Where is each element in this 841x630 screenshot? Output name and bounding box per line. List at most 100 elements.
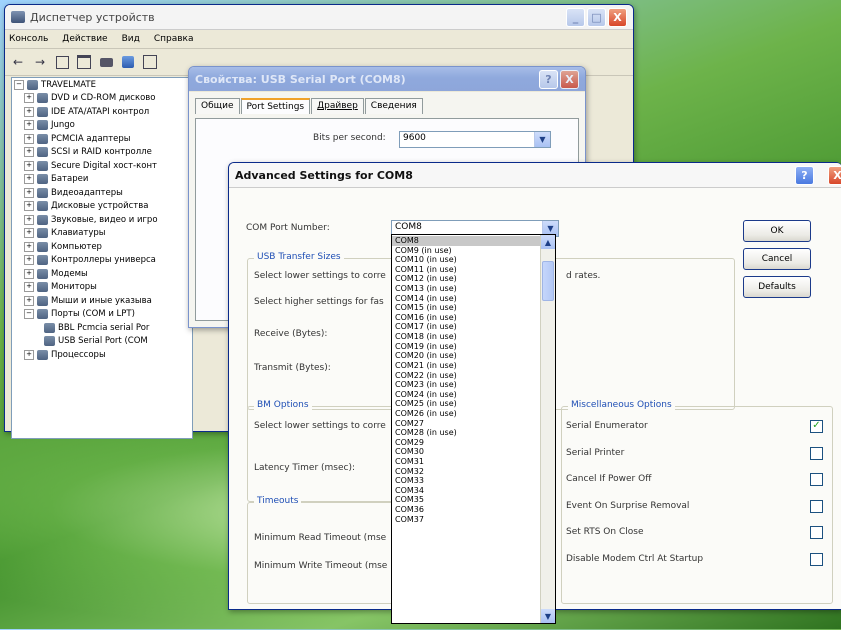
com-port-option[interactable]: COM20 (in use) xyxy=(392,351,540,361)
misc-option-checkbox[interactable] xyxy=(810,552,823,566)
expand-icon[interactable]: + xyxy=(24,255,34,266)
back-button[interactable]: ← xyxy=(9,53,27,71)
com-port-option[interactable]: COM30 xyxy=(392,447,540,457)
tree-item[interactable]: + Звуковые, видео и игро xyxy=(12,213,192,227)
properties-titlebar[interactable]: Свойства: USB Serial Port (COM8) ? X xyxy=(189,67,585,91)
advanced-titlebar[interactable]: Advanced Settings for COM8 ? xyxy=(229,163,841,188)
com-port-dropdown-list[interactable]: COM8 COM9 (in use) COM10 (in use) COM11 (in… xyxy=(391,234,556,624)
tree-item[interactable]: + Мониторы xyxy=(12,281,192,295)
device-tree[interactable]: − TRAVELMATE + DVD и CD-ROM дисково + IDE ATA… xyxy=(11,77,193,439)
tab-general[interactable]: Общие xyxy=(195,98,240,114)
expand-icon[interactable]: + xyxy=(24,201,34,212)
com-port-option[interactable]: COM32 xyxy=(392,467,540,477)
bits-per-second-select[interactable]: 9600 ▼ xyxy=(399,131,551,148)
tree-item[interactable]: − Порты (COM и LPT) xyxy=(12,308,192,322)
tab-details[interactable]: Сведения xyxy=(364,98,423,114)
tree-item[interactable]: + Контроллеры универса xyxy=(12,254,192,268)
tree-item[interactable]: − TRAVELMATE xyxy=(12,78,192,92)
expand-icon[interactable]: + xyxy=(24,187,34,198)
expand-icon[interactable]: + xyxy=(24,174,34,185)
tree-item[interactable]: + IDE ATA/ATAPI контрол xyxy=(12,105,192,119)
expand-icon[interactable]: + xyxy=(24,295,34,306)
scroll-down-button[interactable]: ▼ xyxy=(541,609,555,623)
expand-icon[interactable]: + xyxy=(24,106,34,117)
com-port-option[interactable]: COM21 (in use) xyxy=(392,361,540,371)
tree-item[interactable]: + Процессоры xyxy=(12,348,192,362)
com-port-option[interactable]: COM34 xyxy=(392,486,540,496)
expand-icon[interactable]: + xyxy=(24,349,34,360)
expand-icon[interactable]: + xyxy=(24,282,34,293)
menu-action[interactable]: Действие xyxy=(62,34,107,44)
tree-item[interactable]: + Клавиатуры xyxy=(12,227,192,241)
expand-icon[interactable]: + xyxy=(24,241,34,252)
com-port-option[interactable]: COM8 xyxy=(392,236,540,246)
com-port-option[interactable]: COM11 (in use) xyxy=(392,265,540,275)
tree-item[interactable]: + Дисковые устройства xyxy=(12,200,192,214)
scrollbar-thumb[interactable] xyxy=(542,261,554,301)
com-port-option[interactable]: COM29 xyxy=(392,438,540,448)
tree-item[interactable]: + PCMCIA адаптеры xyxy=(12,132,192,146)
misc-option-checkbox[interactable] xyxy=(810,499,823,513)
view-button[interactable] xyxy=(53,53,71,71)
tree-item[interactable]: + Secure Digital хост-конт xyxy=(12,159,192,173)
com-port-option[interactable]: COM25 (in use) xyxy=(392,399,540,409)
com-port-option[interactable]: COM13 (in use) xyxy=(392,284,540,294)
collapse-icon[interactable]: − xyxy=(14,79,24,90)
expand-icon[interactable]: + xyxy=(24,93,34,104)
com-port-option[interactable]: COM37 xyxy=(392,515,540,525)
com-port-option[interactable]: COM23 (in use) xyxy=(392,380,540,390)
properties-help-button[interactable]: ? xyxy=(539,69,558,89)
tab-port-settings[interactable]: Port Settings xyxy=(240,98,311,114)
com-port-option[interactable]: COM36 xyxy=(392,505,540,515)
tree-item[interactable]: + Модемы xyxy=(12,267,192,281)
com-port-option[interactable]: COM14 (in use) xyxy=(392,294,540,304)
tree-item[interactable]: + Батареи xyxy=(12,173,192,187)
com-port-option[interactable]: COM35 xyxy=(392,495,540,505)
expand-icon[interactable]: + xyxy=(24,160,34,171)
misc-option-checkbox[interactable]: ✓ xyxy=(810,420,823,433)
com-port-option[interactable]: COM15 (in use) xyxy=(392,303,540,313)
misc-option-checkbox[interactable] xyxy=(810,446,823,460)
com-port-option[interactable]: COM28 (in use) xyxy=(392,428,540,438)
expand-icon[interactable]: + xyxy=(24,147,34,158)
menu-view[interactable]: Вид xyxy=(122,34,140,44)
misc-option-checkbox[interactable] xyxy=(810,526,823,539)
forward-button[interactable]: → xyxy=(31,53,49,71)
com-port-option[interactable]: COM31 xyxy=(392,457,540,467)
tree-item[interactable]: + SCSI и RAID контролле xyxy=(12,146,192,160)
maximize-button[interactable]: □ xyxy=(587,7,606,27)
expand-icon[interactable]: + xyxy=(24,120,34,131)
defaults-button[interactable]: Defaults xyxy=(743,276,811,298)
com-port-option[interactable]: COM18 (in use) xyxy=(392,332,540,342)
advanced-help-button[interactable]: ? xyxy=(795,165,814,185)
com-port-option[interactable]: COM9 (in use) xyxy=(392,246,540,256)
expand-icon[interactable]: + xyxy=(24,268,34,279)
close-button[interactable]: X xyxy=(608,7,627,27)
tree-item[interactable]: USB Serial Port (COM xyxy=(12,335,192,349)
expand-icon[interactable]: + xyxy=(24,228,34,239)
tab-driver[interactable]: Драйвер xyxy=(311,98,364,114)
ok-button[interactable]: OK xyxy=(743,220,811,242)
tree-item[interactable]: + Видеоадаптеры xyxy=(12,186,192,200)
com-port-option[interactable]: COM22 (in use) xyxy=(392,371,540,381)
help-toolbar-button[interactable] xyxy=(119,53,137,71)
menu-help[interactable]: Справка xyxy=(154,34,194,44)
misc-option-checkbox[interactable] xyxy=(810,473,823,486)
print-button[interactable] xyxy=(97,53,115,71)
com-port-option[interactable]: COM19 (in use) xyxy=(392,342,540,352)
tree-item[interactable]: + Компьютер xyxy=(12,240,192,254)
tree-item[interactable]: BBL Pcmcia serial Por xyxy=(12,321,192,335)
menu-console[interactable]: Консоль xyxy=(9,34,48,44)
com-port-option[interactable]: COM26 (in use) xyxy=(392,409,540,419)
properties-toolbar-button[interactable] xyxy=(75,53,93,71)
scan-button[interactable] xyxy=(141,53,159,71)
com-port-option[interactable]: COM16 (in use) xyxy=(392,313,540,323)
cancel-button[interactable]: Cancel xyxy=(743,248,811,270)
tree-item[interactable]: + Мыши и иные указыва xyxy=(12,294,192,308)
expand-icon[interactable]: + xyxy=(24,214,34,225)
com-port-option[interactable]: COM10 (in use) xyxy=(392,255,540,265)
com-port-option[interactable]: COM33 xyxy=(392,476,540,486)
scroll-up-button[interactable]: ▲ xyxy=(541,235,555,249)
dropdown-scrollbar[interactable]: ▲ ▼ xyxy=(540,235,555,623)
com-port-option[interactable]: COM17 (in use) xyxy=(392,322,540,332)
